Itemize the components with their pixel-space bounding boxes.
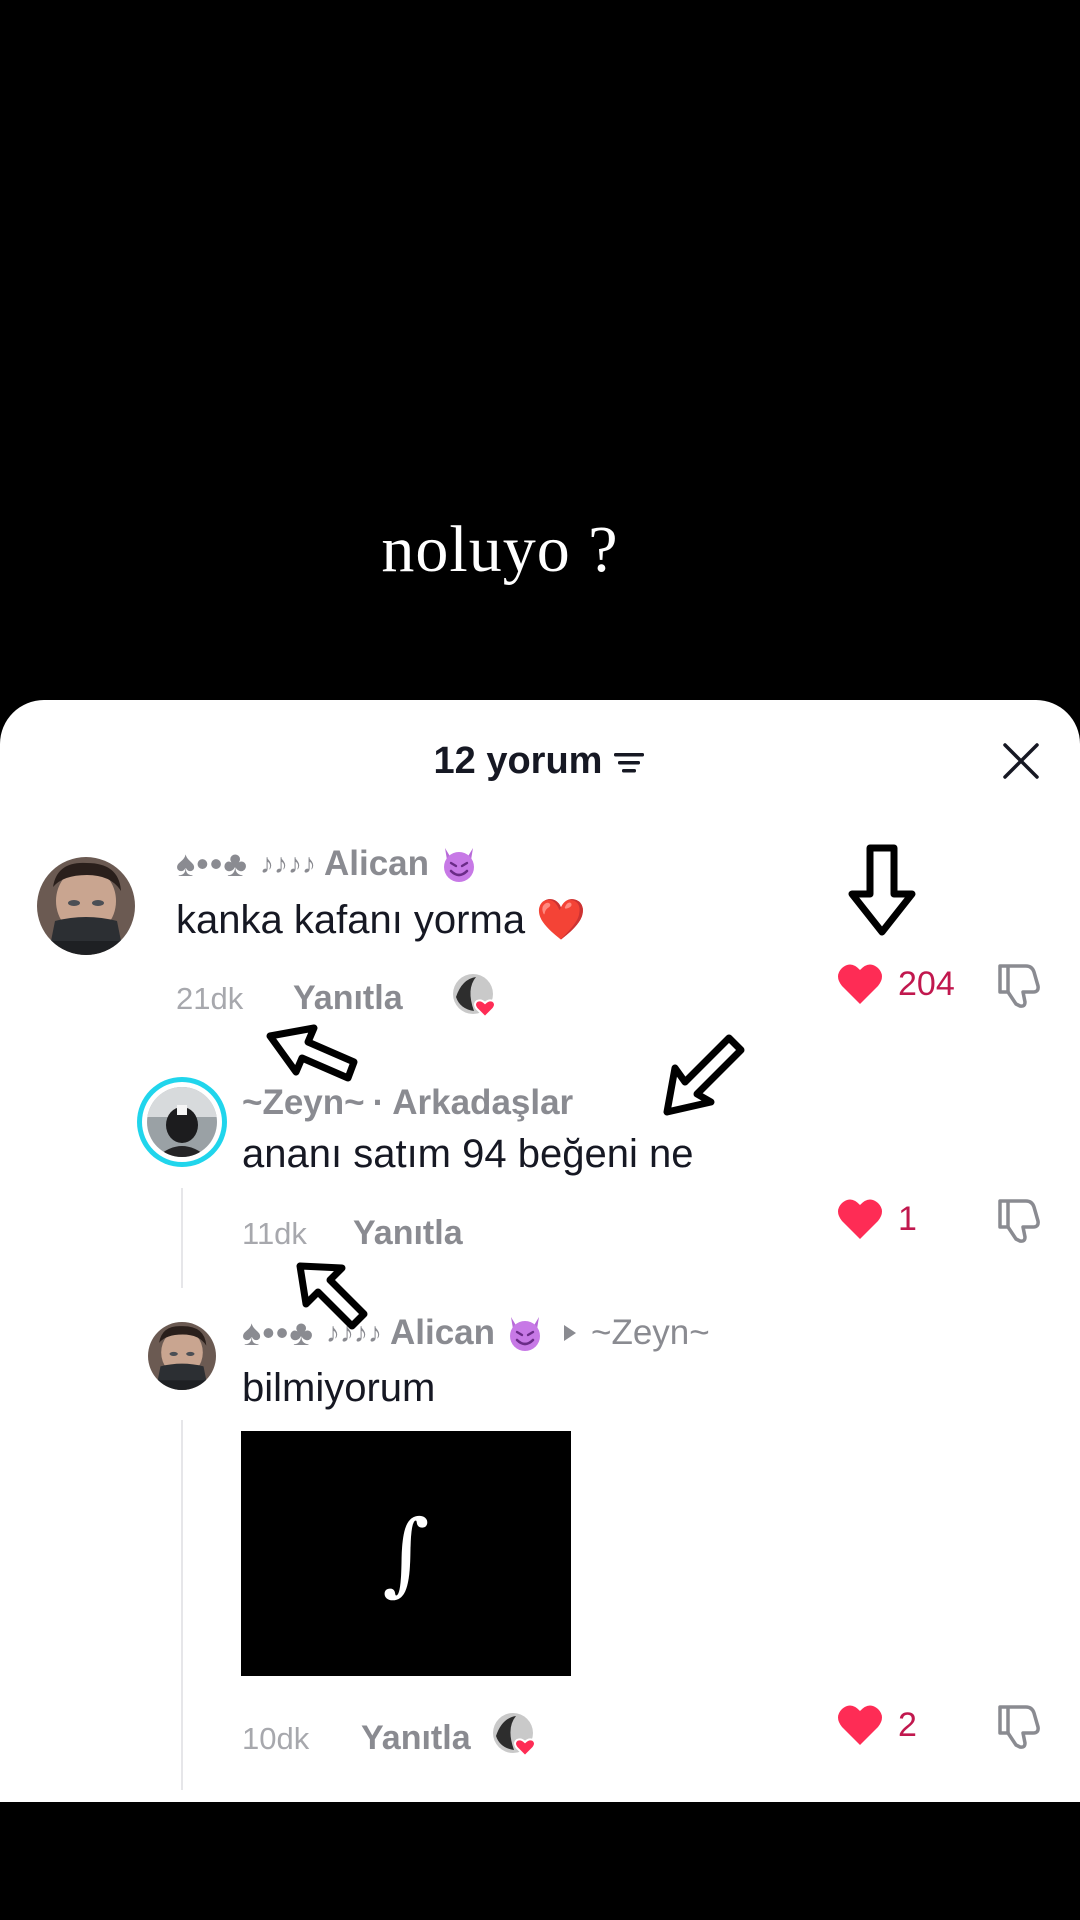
username-name: Alican — [323, 844, 430, 883]
like-count: 204 — [898, 964, 955, 1003]
comment-time: 10dk — [242, 1721, 310, 1756]
annotation-arrow — [663, 1034, 745, 1116]
reply-button[interactable]: Yanıtla — [293, 979, 403, 1018]
reply-to-username: ~Zeyn~ — [591, 1313, 710, 1352]
comment-time: 11dk — [242, 1216, 307, 1251]
reply-button[interactable]: Yanıtla — [361, 1719, 471, 1758]
username-name: Alican — [389, 1313, 496, 1352]
avatar[interactable] — [37, 857, 135, 955]
header-title-group[interactable]: 12 yorum — [0, 740, 1080, 783]
comment-count-title: 12 yorum — [433, 740, 603, 782]
close-button[interactable] — [998, 738, 1044, 784]
like-count: 1 — [898, 1199, 917, 1238]
dislike-icon[interactable] — [994, 1195, 1044, 1245]
dislike-icon[interactable] — [994, 1701, 1044, 1751]
reply-arrow-icon — [564, 1325, 577, 1341]
close-icon — [1003, 743, 1039, 779]
username-suits: ♠••♣ — [176, 843, 248, 884]
sort-icon[interactable] — [612, 747, 646, 777]
comment-time: 21dk — [176, 981, 244, 1016]
video-caption: noluyo ? — [381, 513, 619, 586]
annotation-arrow — [848, 844, 916, 936]
comments-sheet: 12 yorum ♠••♣ ♪♪♪♪ Alican kanka kafanı y… — [0, 700, 1080, 1802]
creator-liked-icon — [453, 974, 496, 1019]
like-button[interactable]: 204 — [836, 962, 955, 1006]
devil-emoji-icon — [510, 1317, 541, 1351]
comment-text: bilmiyorum — [242, 1366, 436, 1410]
comment-text: kanka kafanı yorma ❤️ — [176, 898, 586, 942]
annotation-arrow — [266, 1024, 358, 1082]
heart-icon — [838, 964, 882, 1004]
separator-dot: · — [372, 1083, 385, 1122]
username-notes: ♪♪♪♪ — [259, 848, 316, 879]
comment-text: ananı satım 94 beğeni ne — [242, 1132, 694, 1176]
comments-header: 12 yorum — [0, 700, 1080, 820]
screen: noluyo ? 12 yorum ♠••♣ ♪♪♪♪ Alican kanka… — [0, 0, 1080, 1920]
image-glyph: ∫ — [382, 1501, 430, 1606]
reply-button[interactable]: Yanıtla — [353, 1214, 463, 1253]
creator-liked-icon — [493, 1713, 536, 1758]
like-button[interactable]: 1 — [836, 1197, 917, 1241]
heart-icon — [838, 1705, 882, 1745]
annotation-arrow — [296, 1262, 368, 1330]
thread-line — [181, 1420, 183, 1790]
friend-tag: Arkadaşlar — [392, 1083, 574, 1122]
dislike-icon[interactable] — [994, 960, 1044, 1010]
heart-icon — [838, 1199, 882, 1239]
avatar-with-story-ring[interactable] — [137, 1077, 227, 1167]
comment-attached-image[interactable]: ∫ — [241, 1431, 571, 1676]
like-button[interactable]: 2 — [836, 1703, 917, 1747]
avatar[interactable] — [148, 1322, 216, 1390]
comment-username[interactable]: ♠••♣ ♪♪♪♪ Alican — [176, 843, 479, 885]
devil-emoji-icon — [444, 848, 475, 882]
like-count: 2 — [898, 1705, 917, 1744]
thread-line — [181, 1188, 183, 1288]
